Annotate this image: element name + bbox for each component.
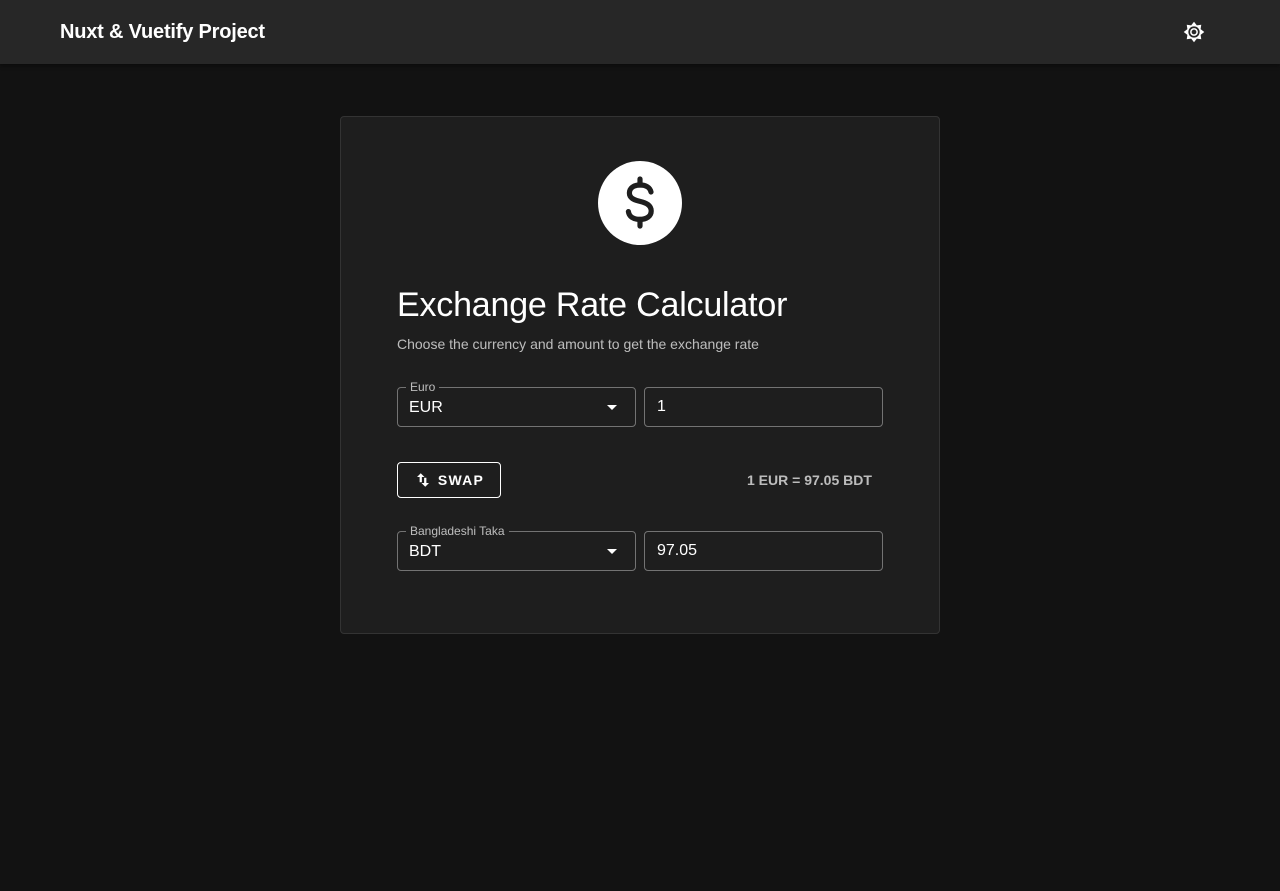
app-title: Nuxt & Vuetify Project: [60, 21, 265, 43]
chevron-down-icon: [607, 405, 617, 410]
page-title: Exchange Rate Calculator: [397, 286, 788, 324]
theme-toggle-icon: [1183, 21, 1205, 43]
logo-badge: [598, 161, 682, 245]
to-currency-select[interactable]: Bangladeshi Taka BDT: [397, 524, 636, 571]
to-currency-value: BDT: [409, 543, 441, 560]
exchange-rate-text: 1 EUR = 97.05 BDT: [747, 472, 872, 488]
to-amount-field-wrapper: [644, 531, 883, 571]
from-currency-select[interactable]: Euro EUR: [397, 380, 636, 427]
from-currency-value: EUR: [409, 399, 443, 416]
from-currency-label: Euro: [406, 380, 440, 394]
from-amount-field-wrapper: [644, 387, 883, 427]
to-currency-label: Bangladeshi Taka: [406, 524, 509, 538]
to-amount-input[interactable]: [645, 532, 882, 570]
swap-button[interactable]: SWAP: [397, 462, 501, 498]
swap-button-label: SWAP: [437, 472, 485, 488]
chevron-down-icon: [607, 549, 617, 554]
dollar-sign-icon: [625, 176, 654, 229]
swap-vertical-icon: [416, 473, 429, 487]
theme-toggle-button[interactable]: [1172, 10, 1216, 54]
app-bar: Nuxt & Vuetify Project: [0, 0, 1280, 64]
page-subtitle: Choose the currency and amount to get th…: [397, 336, 759, 352]
exchange-card: Exchange Rate Calculator Choose the curr…: [340, 116, 940, 634]
from-amount-input[interactable]: [645, 388, 882, 426]
